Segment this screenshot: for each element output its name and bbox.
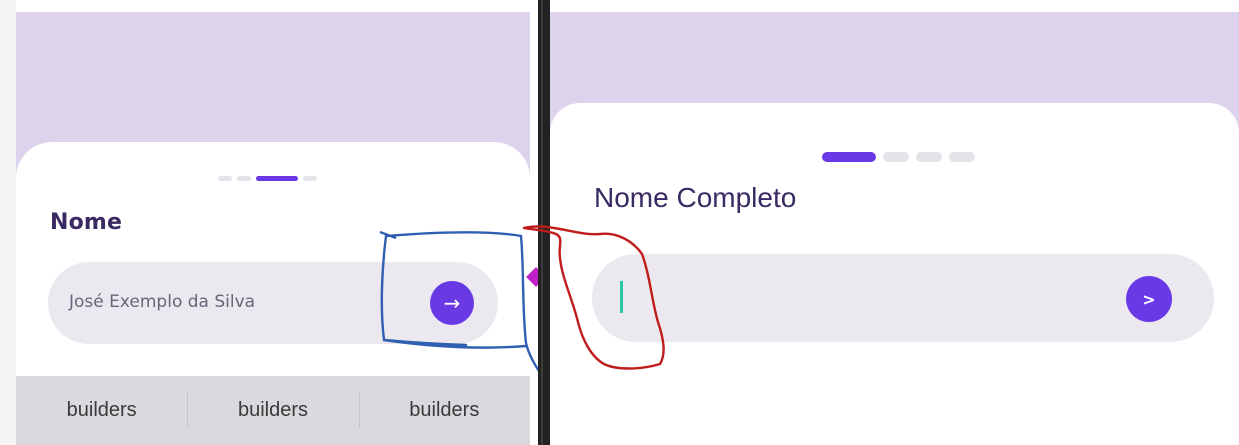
comparison-screenshot: Nome José Exemplo da Silva → builders bu…: [0, 0, 1239, 445]
progress-dot: [237, 176, 251, 181]
full-name-field-label: Nome Completo: [594, 182, 797, 213]
right-screen: Nome Completo >: [550, 0, 1239, 445]
chevron-right-icon: >: [1142, 289, 1156, 309]
tab-builders-2[interactable]: builders: [187, 376, 358, 445]
left-edge-strip: [0, 0, 16, 445]
right-progress-indicator: [822, 152, 982, 162]
progress-dot-active: [256, 176, 298, 181]
tab-builders-1[interactable]: builders: [16, 376, 187, 445]
progress-dot: [303, 176, 317, 181]
tab-builders-3[interactable]: builders: [358, 376, 530, 445]
next-button[interactable]: →: [430, 281, 474, 325]
bottom-tab-bar: builders builders builders: [16, 376, 530, 445]
name-field-label: Nome: [50, 210, 123, 235]
full-name-input[interactable]: >: [592, 254, 1214, 342]
progress-dot-active: [822, 152, 876, 162]
progress-dot: [218, 176, 232, 181]
progress-dot: [949, 152, 975, 162]
progress-dot: [883, 152, 909, 162]
panel-divider: [538, 0, 550, 445]
left-screen: Nome José Exemplo da Silva → builders bu…: [0, 0, 538, 445]
arrow-right-icon: →: [443, 291, 461, 315]
left-progress-indicator: [218, 176, 322, 181]
next-button[interactable]: >: [1126, 276, 1172, 322]
text-caret: [620, 281, 623, 313]
name-input[interactable]: José Exemplo da Silva →: [48, 262, 498, 344]
progress-dot: [916, 152, 942, 162]
name-input-value: José Exemplo da Silva: [69, 292, 256, 312]
